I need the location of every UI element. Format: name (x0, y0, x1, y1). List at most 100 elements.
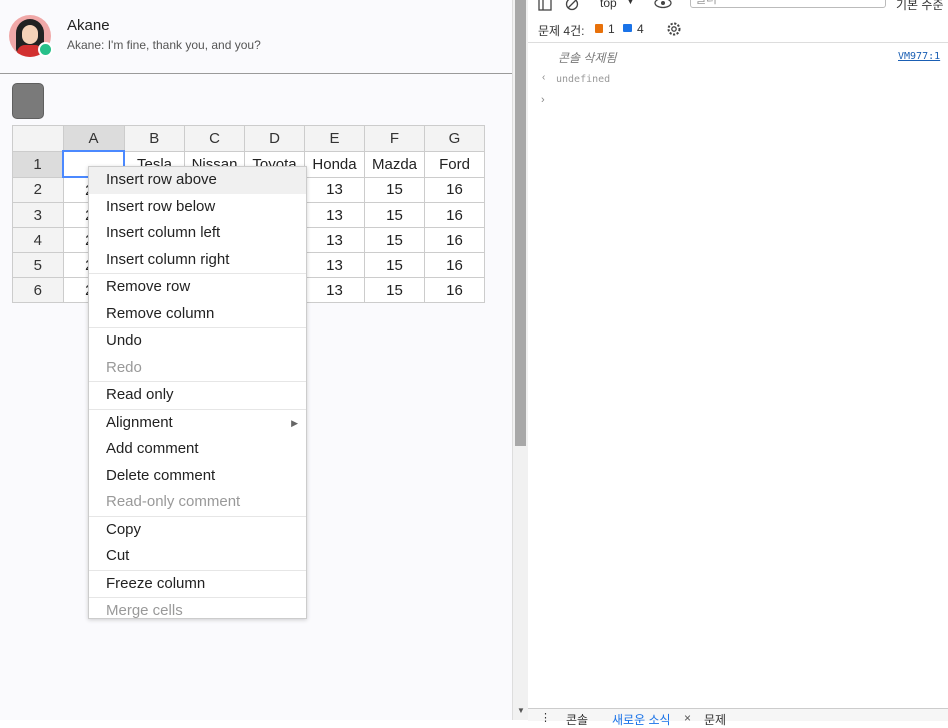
chevron-down-icon[interactable]: ▼ (626, 0, 635, 6)
filter-input[interactable]: 필터 (690, 0, 886, 8)
context-menu-item-label: Redo (106, 358, 142, 376)
context-menu-item-label: Undo (106, 332, 142, 349)
online-status-icon (38, 42, 53, 57)
column-header[interactable]: B (123, 125, 185, 152)
context-menu-item-label: Insert row below (106, 197, 216, 215)
grid-cell[interactable]: 16 (424, 227, 485, 253)
context-menu-item-label: Copy (106, 520, 142, 538)
context-menu-item-label: Insert column right (106, 250, 230, 268)
issues-info-count[interactable]: 4 (637, 22, 644, 36)
contact-name: Akane (67, 17, 110, 34)
gear-icon[interactable] (666, 21, 682, 37)
row-header[interactable]: 3 (12, 202, 64, 228)
row-header[interactable]: 4 (12, 227, 64, 253)
error-badge-icon[interactable] (595, 24, 603, 33)
context-menu-item-label: Remove row (106, 278, 191, 295)
row-header[interactable]: 6 (12, 277, 64, 303)
grid-cell[interactable]: 13 (304, 227, 365, 253)
return-arrow-icon: ‹ (542, 72, 546, 83)
context-menu-item[interactable]: Insert column right (89, 247, 306, 274)
context-menu-item-label: Merge cells (106, 602, 183, 619)
context-menu-item: Read-only comment (89, 489, 306, 517)
context-selector[interactable]: top (600, 0, 617, 10)
grid-cell[interactable]: 16 (424, 176, 485, 203)
context-menu-item[interactable]: Remove column (89, 301, 306, 328)
context-menu-item[interactable]: Add comment (89, 436, 306, 463)
row-header[interactable]: 1 (12, 150, 64, 178)
devtools-console-panel: top ▼ 필터 기본 수준 문제 4건: 1 4 콘솔 삭제됨 VM977:1… (528, 0, 948, 727)
eye-icon[interactable] (654, 0, 672, 9)
column-header[interactable]: E (304, 125, 365, 152)
console-cleared-message: 콘솔 삭제됨 (558, 51, 617, 65)
column-header[interactable]: A (62, 125, 125, 152)
grid-cell[interactable]: Mazda (364, 150, 425, 178)
column-header[interactable]: C (184, 125, 245, 152)
grid-cell[interactable]: 13 (304, 252, 365, 278)
context-menu: Insert row above Insert row below Insert c… (88, 166, 307, 619)
drawer-tabbar: ⋮ 콘솔 새로운 소식 × 문제 (528, 708, 948, 727)
grid-cell[interactable]: Honda (304, 150, 365, 178)
grid-cell[interactable]: 13 (304, 202, 365, 228)
vertical-scrollbar[interactable]: ▼ (512, 0, 529, 720)
context-menu-item-label: Remove column (106, 304, 215, 322)
devtools-toolbar: top ▼ 필터 기본 수준 (528, 0, 948, 16)
context-menu-item[interactable]: Insert row below (89, 194, 306, 221)
context-menu-item[interactable]: Remove row (89, 274, 306, 301)
close-tab-icon[interactable]: × (684, 711, 691, 725)
row-header[interactable]: 5 (12, 252, 64, 278)
context-menu-item[interactable]: Insert column left (89, 220, 306, 247)
context-menu-item[interactable]: Freeze column (89, 571, 306, 598)
grid-cell[interactable]: Ford (424, 150, 485, 178)
context-menu-item-label: Add comment (106, 440, 199, 457)
context-menu-item-label: Insert row above (106, 171, 217, 188)
column-header[interactable]: F (364, 125, 425, 152)
context-menu-item-label: Read-only comment (106, 493, 241, 510)
column-header[interactable]: D (244, 125, 305, 152)
grid-cell[interactable]: 13 (304, 277, 365, 303)
context-menu-item[interactable]: Delete comment (89, 463, 306, 490)
grid-cell[interactable]: 13 (304, 176, 365, 203)
grid-cell[interactable]: 15 (364, 277, 425, 303)
context-menu-item-label: Insert column left (106, 224, 221, 241)
grid-cell[interactable]: 15 (364, 202, 425, 228)
more-options-icon[interactable]: ⋮ (540, 711, 551, 724)
grid-cell[interactable]: 15 (364, 227, 425, 253)
context-menu-item[interactable]: Insert row above (89, 167, 306, 194)
source-link[interactable]: VM977:1 (898, 51, 940, 62)
context-menu-item-label: Delete comment (106, 466, 216, 484)
context-menu-item: Merge cells (89, 598, 306, 625)
scroll-down-arrow-icon[interactable]: ▼ (517, 706, 525, 715)
column-header[interactable]: G (424, 125, 485, 152)
context-menu-item-label: Read only (106, 386, 174, 403)
context-menu-item-label: Cut (106, 547, 130, 564)
context-menu-item[interactable]: Undo (89, 328, 306, 355)
console-prompt-icon[interactable]: › (541, 94, 545, 106)
info-badge-icon[interactable] (623, 24, 632, 32)
issues-error-count[interactable]: 1 (608, 22, 615, 36)
context-menu-item-label: Freeze column (106, 574, 206, 592)
last-message-preview: Akane: I'm fine, thank you, and you? (67, 38, 261, 52)
grid-cell[interactable]: 16 (424, 252, 485, 278)
context-menu-item[interactable]: Copy (89, 517, 306, 544)
grid-cell[interactable]: 16 (424, 277, 485, 303)
row-header[interactable]: 2 (12, 176, 64, 203)
return-value: undefined (556, 74, 611, 85)
context-menu-item-label: Alignment (106, 413, 173, 431)
issues-label: 문제 4건: (538, 24, 585, 38)
scrollbar-thumb[interactable] (515, 0, 526, 446)
grid-corner[interactable] (12, 125, 64, 152)
grid-cell[interactable]: 15 (364, 252, 425, 278)
context-menu-item[interactable]: Alignment ▶ (89, 410, 306, 437)
context-menu-item[interactable]: Read only (89, 382, 306, 410)
chat-app-pane: Akane Akane: I'm fine, thank you, and yo… (0, 0, 512, 720)
clear-console-icon[interactable] (565, 0, 579, 11)
submenu-arrow-icon: ▶ (291, 417, 298, 428)
context-menu-item[interactable]: Cut (89, 543, 306, 571)
default-levels-dropdown[interactable]: 기본 수준 (896, 0, 944, 13)
context-menu-item: Redo (89, 355, 306, 382)
grid-cell[interactable]: 16 (424, 202, 485, 228)
sidebar-toggle-icon[interactable] (538, 0, 552, 11)
gray-button[interactable] (12, 83, 44, 119)
grid-cell[interactable]: 15 (364, 176, 425, 203)
issues-bar: 문제 4건: 1 4 (528, 17, 948, 43)
